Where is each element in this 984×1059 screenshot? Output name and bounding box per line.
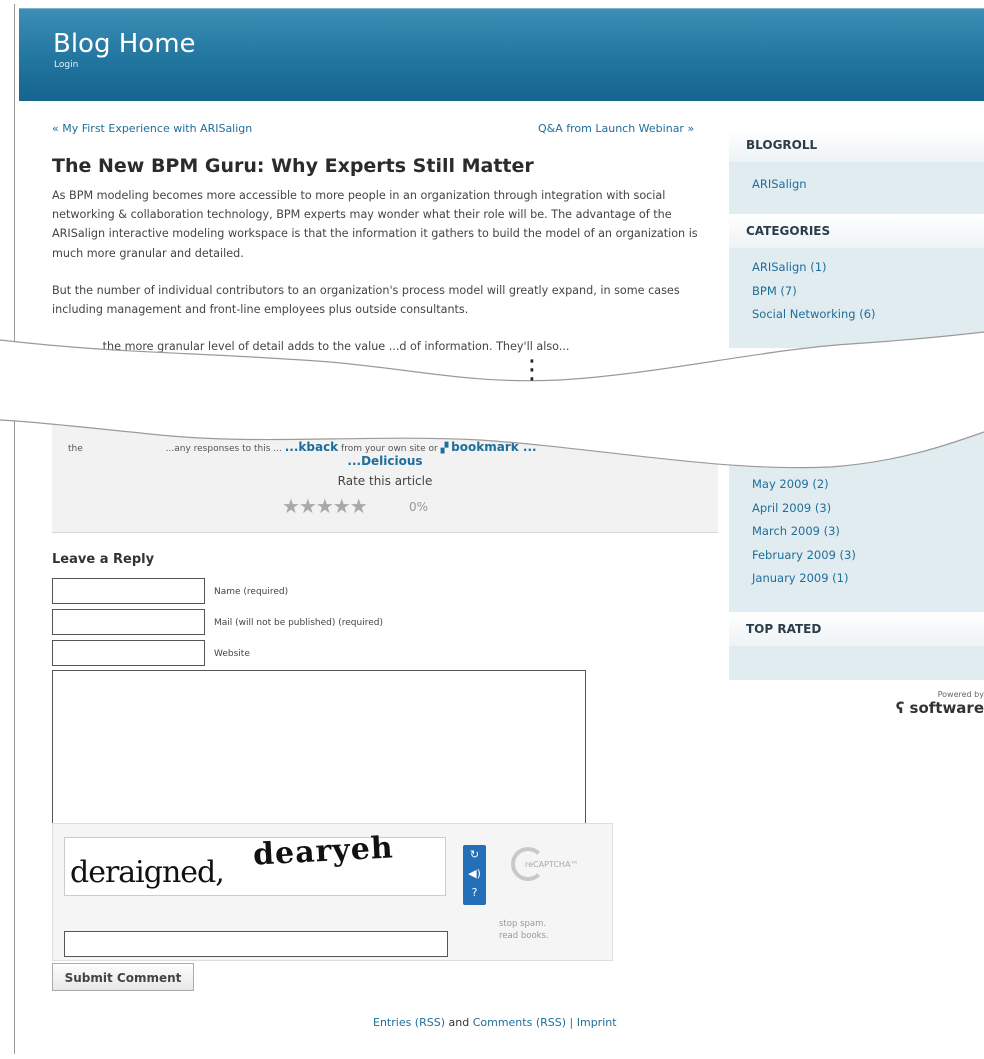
category-item[interactable]: ARISalign (1) xyxy=(752,256,876,280)
post-paragraph: But the number of individual contributor… xyxy=(52,283,680,317)
audio-icon[interactable]: ◀) xyxy=(465,866,484,882)
name-label: Name (required) xyxy=(214,587,289,597)
archive-item[interactable]: March 2009 (3) xyxy=(752,520,856,544)
ellipsis-marker: ⋮ xyxy=(519,355,545,385)
leave-reply-heading: Leave a Reply xyxy=(52,552,155,567)
blog-home-link[interactable]: Blog Home xyxy=(53,29,196,59)
captcha-word-2: dearyeh xyxy=(252,830,395,873)
post-title: The New BPM Guru: Why Experts Still Matt… xyxy=(52,155,534,177)
footer-links: Entries (RSS) and Comments (RSS) | Impri… xyxy=(373,1016,617,1029)
recaptcha-widget: deraigned, dearyeh ↻ ◀) ? reCAPTCHA™ sto… xyxy=(52,823,613,961)
blogroll-item[interactable]: ARISalign xyxy=(752,173,807,197)
help-icon[interactable]: ? xyxy=(465,885,484,901)
login-link[interactable]: Login xyxy=(54,60,78,70)
submit-comment-button[interactable]: Submit Comment xyxy=(52,963,194,991)
page: Blog Home Login « My First Experience wi… xyxy=(0,0,984,1059)
archive-item[interactable]: February 2009 (3) xyxy=(752,544,856,568)
name-input[interactable] xyxy=(52,578,205,604)
rating-percent: 0% xyxy=(409,500,429,514)
tagline-line-1: stop spam. xyxy=(499,919,547,929)
star-rating[interactable]: ★★★★★ xyxy=(282,494,368,518)
website-input[interactable] xyxy=(52,640,205,666)
captcha-response-input[interactable] xyxy=(64,931,448,957)
footer-separator: | xyxy=(569,1016,574,1029)
footer-and: and xyxy=(448,1016,470,1029)
software-logo-icon: ʕ xyxy=(895,699,905,717)
software-logo-text: software xyxy=(909,699,984,717)
comment-textarea[interactable] xyxy=(52,670,586,830)
archive-item[interactable]: January 2009 (1) xyxy=(752,567,856,591)
post-paragraph: As BPM modeling becomes more accessible … xyxy=(52,189,698,260)
mail-label: Mail (will not be published) (required) xyxy=(214,618,383,628)
page-border xyxy=(14,4,15,1054)
captcha-controls: ↻ ◀) ? xyxy=(463,845,486,905)
captcha-word-1: deraigned, xyxy=(70,855,225,890)
blogroll-heading: BLOGROLL xyxy=(729,128,984,162)
next-post-link[interactable]: Q&A from Launch Webinar » xyxy=(538,122,694,135)
blog-header: Blog Home Login xyxy=(19,8,984,101)
comments-rss-link[interactable]: Comments (RSS) xyxy=(473,1016,566,1029)
powered-by-label: Powered by xyxy=(937,690,984,699)
recaptcha-tagline: stop spam. read books. xyxy=(499,918,549,942)
powered-by: Powered by ʕ software xyxy=(896,690,984,717)
tagline-line-2: read books. xyxy=(499,931,549,941)
archive-item[interactable]: April 2009 (3) xyxy=(752,497,856,521)
categories-list: ARISalign (1) BPM (7) Social Networking … xyxy=(752,256,876,327)
captcha-image: deraigned, dearyeh xyxy=(64,830,446,896)
refresh-icon[interactable]: ↻ xyxy=(465,847,484,863)
mail-input[interactable] xyxy=(52,609,205,635)
top-rated-heading: TOP RATED xyxy=(729,612,984,646)
archives-list: May 2009 (2) April 2009 (3) March 2009 (… xyxy=(752,473,856,591)
imprint-link[interactable]: Imprint xyxy=(577,1016,617,1029)
prev-post-link[interactable]: « My First Experience with ARISalign xyxy=(52,122,252,135)
software-ag-logo[interactable]: ʕ software xyxy=(896,699,984,717)
category-item[interactable]: BPM (7) xyxy=(752,280,876,304)
website-label: Website xyxy=(214,649,250,659)
categories-heading: CATEGORIES xyxy=(729,214,984,248)
blogroll-list: ARISalign xyxy=(752,173,807,197)
entries-rss-link[interactable]: Entries (RSS) xyxy=(373,1016,445,1029)
page-break-tear xyxy=(0,331,984,469)
recaptcha-logo-text: reCAPTCHA™ xyxy=(525,860,579,869)
